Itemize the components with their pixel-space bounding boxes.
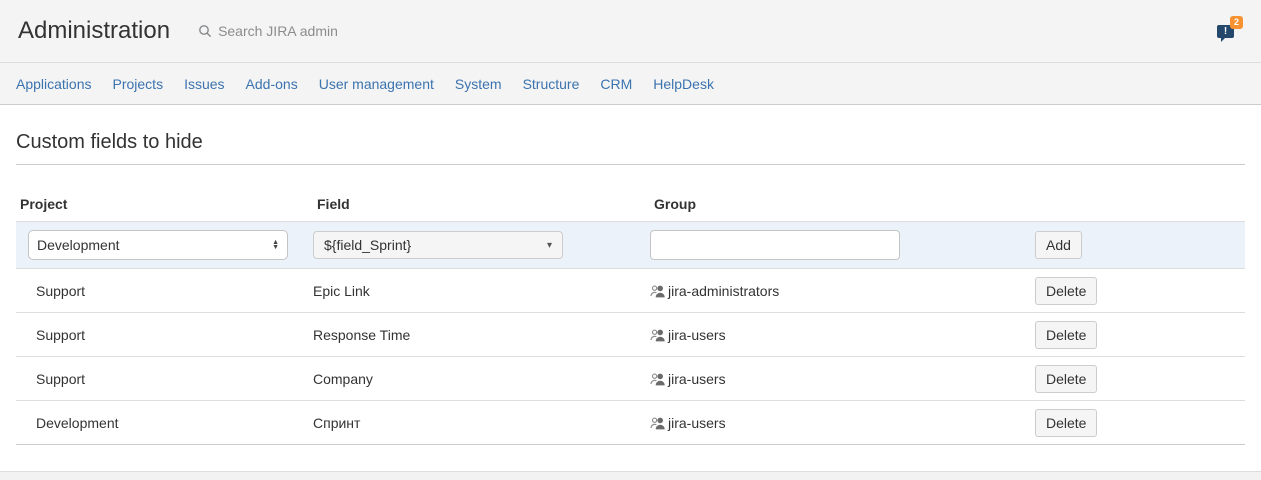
nav-item-issues[interactable]: Issues <box>184 76 224 92</box>
exclamation-glyph: ! <box>1224 27 1227 37</box>
notification-button[interactable]: ! 2 <box>1217 18 1243 44</box>
notification-count-badge: 2 <box>1230 16 1243 29</box>
delete-button[interactable]: Delete <box>1035 409 1097 437</box>
nav-item-structure[interactable]: Structure <box>523 76 580 92</box>
nav-item-user-management[interactable]: User management <box>319 76 434 92</box>
custom-fields-table: Project Field Group Development ▲▼ <box>16 165 1245 445</box>
add-row: Development ▲▼ ${field_Sprint} ▾ <box>16 222 1245 269</box>
admin-header: Administration ! 2 <box>0 0 1261 63</box>
row-field: Company <box>313 357 650 401</box>
row-group: jira-users <box>668 415 726 431</box>
row-project: Development <box>16 401 313 445</box>
table-row: Support Epic Link jira-administrators De… <box>16 269 1245 313</box>
group-icon <box>650 284 666 298</box>
search-input[interactable] <box>218 23 438 39</box>
field-dropdown[interactable]: ${field_Sprint} ▾ <box>313 231 563 259</box>
search-icon <box>198 24 212 38</box>
bubble-tail <box>1221 37 1226 42</box>
table-row: Support Response Time jira-users Delete <box>16 313 1245 357</box>
row-field: Response Time <box>313 313 650 357</box>
page-title: Custom fields to hide <box>16 131 1245 165</box>
app-title: Administration <box>18 17 170 45</box>
row-group: jira-users <box>668 327 726 343</box>
footer-bar <box>0 471 1261 480</box>
add-button[interactable]: Add <box>1035 231 1082 259</box>
group-input[interactable] <box>650 230 900 260</box>
delete-button[interactable]: Delete <box>1035 365 1097 393</box>
admin-nav: Applications Projects Issues Add-ons Use… <box>0 63 1261 105</box>
nav-item-applications[interactable]: Applications <box>16 76 92 92</box>
table-header-row: Project Field Group <box>16 165 1245 222</box>
table-row: Development Спринт jira-users Delete <box>16 401 1245 445</box>
nav-item-projects[interactable]: Projects <box>113 76 164 92</box>
project-select[interactable]: Development <box>28 230 288 260</box>
nav-item-system[interactable]: System <box>455 76 502 92</box>
field-dropdown-value: ${field_Sprint} <box>324 237 411 253</box>
nav-item-add-ons[interactable]: Add-ons <box>246 76 298 92</box>
nav-item-helpdesk[interactable]: HelpDesk <box>653 76 714 92</box>
table-row: Support Company jira-users Delete <box>16 357 1245 401</box>
row-field: Спринт <box>313 401 650 445</box>
row-field: Epic Link <box>313 269 650 313</box>
row-project: Support <box>16 313 313 357</box>
nav-item-crm[interactable]: CRM <box>600 76 632 92</box>
chevron-down-icon: ▾ <box>547 240 552 251</box>
column-header-actions <box>1035 165 1245 222</box>
row-project: Support <box>16 357 313 401</box>
delete-button[interactable]: Delete <box>1035 277 1097 305</box>
column-header-group: Group <box>650 165 1035 222</box>
delete-button[interactable]: Delete <box>1035 321 1097 349</box>
column-header-field: Field <box>313 165 650 222</box>
group-icon <box>650 372 666 386</box>
admin-search <box>198 23 438 39</box>
row-project: Support <box>16 269 313 313</box>
group-icon <box>650 416 666 430</box>
column-header-project: Project <box>16 165 313 222</box>
main-content: Custom fields to hide Project Field Grou… <box>0 131 1261 445</box>
row-group: jira-users <box>668 371 726 387</box>
group-icon <box>650 328 666 342</box>
row-group: jira-administrators <box>668 283 779 299</box>
